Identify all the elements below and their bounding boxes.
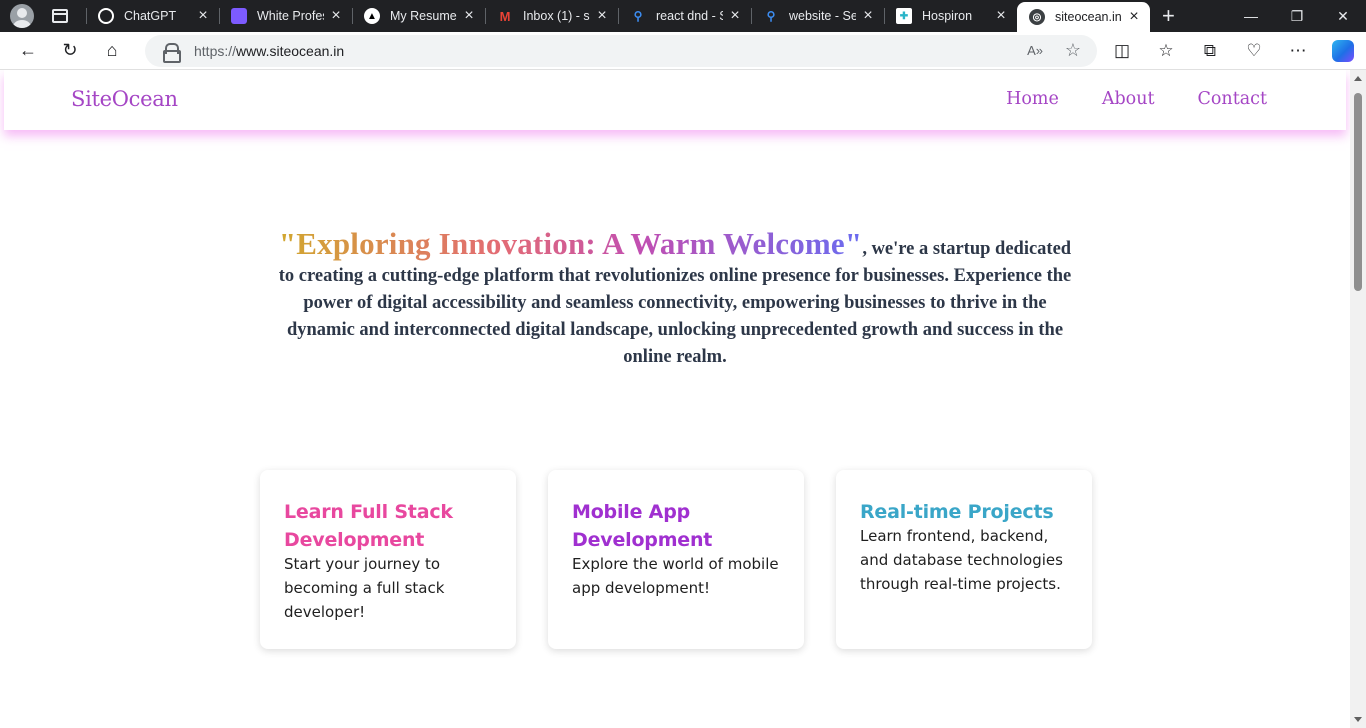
tab-title: White Profes <box>257 9 324 23</box>
tab-title: react dnd - S <box>656 9 723 23</box>
card-text: Explore the world of mobile app developm… <box>572 555 779 597</box>
search-icon: ⚲ <box>766 9 776 23</box>
tab-siteocean[interactable]: ◎ siteocean.in × <box>1017 2 1150 32</box>
chatgpt-icon <box>98 8 114 24</box>
refresh-icon[interactable]: ↻ <box>54 35 86 67</box>
globe-icon: ◎ <box>1029 9 1045 25</box>
tab-separator <box>618 8 619 24</box>
close-window-icon[interactable]: ✕ <box>1320 0 1366 32</box>
close-icon[interactable]: × <box>860 8 876 24</box>
url-text[interactable]: https://www.siteocean.in <box>194 43 344 59</box>
favorite-star-icon[interactable]: ☆ <box>1065 40 1081 61</box>
tab-website-search[interactable]: ⚲ website - Sea × <box>751 0 884 32</box>
tab-title: website - Sea <box>789 9 856 23</box>
site-navbar: SiteOcean Home About Contact <box>4 70 1346 130</box>
tab-my-resume[interactable]: ▲ My Resume × <box>352 0 485 32</box>
scroll-down-icon[interactable] <box>1354 717 1362 722</box>
toolbar-right: ◫ ☆ ⧉ ♡ ⋯ <box>1100 32 1366 70</box>
nav-about-link[interactable]: About <box>1102 89 1155 109</box>
favorites-icon[interactable]: ☆ <box>1144 35 1188 67</box>
tab-hospiron[interactable]: ✚ Hospiron × <box>884 0 1017 32</box>
close-icon[interactable]: × <box>1126 9 1142 25</box>
tab-title: ChatGPT <box>124 9 177 23</box>
card-title: Real-time Projects <box>860 501 1054 523</box>
hospiron-icon: ✚ <box>896 8 912 24</box>
tab-inbox[interactable]: M Inbox (1) - sa × <box>485 0 618 32</box>
lock-icon[interactable] <box>163 43 181 63</box>
tab-separator <box>86 8 87 24</box>
scrollbar-thumb[interactable] <box>1354 93 1362 291</box>
tab-chatgpt[interactable]: ChatGPT × <box>86 0 219 32</box>
close-icon[interactable]: × <box>727 8 743 24</box>
nav-links: Home About Contact <box>963 89 1267 109</box>
page-viewport: SiteOcean Home About Contact "Exploring … <box>0 70 1366 728</box>
site-logo[interactable]: SiteOcean <box>71 87 178 111</box>
tab-separator <box>352 8 353 24</box>
card-text: Start your journey to becoming a full st… <box>284 555 445 621</box>
card-mobile-app[interactable]: Mobile App Development Explore the world… <box>548 470 804 649</box>
nav-contact-link[interactable]: Contact <box>1198 89 1268 109</box>
tab-separator <box>884 8 885 24</box>
tab-white-professional[interactable]: White Profes × <box>219 0 352 32</box>
hero-headline: "Exploring Innovation: A Warm Welcome" <box>278 226 863 261</box>
gmail-icon: M <box>499 8 511 24</box>
close-icon[interactable]: × <box>195 8 211 24</box>
search-icon: ⚲ <box>633 9 643 23</box>
close-icon[interactable]: × <box>328 8 344 24</box>
close-icon[interactable]: × <box>594 8 610 24</box>
home-icon[interactable]: ⌂ <box>96 35 128 67</box>
url-host: www.siteocean.in <box>236 43 345 59</box>
card-real-time-projects[interactable]: Real-time Projects Learn frontend, backe… <box>836 470 1092 649</box>
tab-react-dnd[interactable]: ⚲ react dnd - S × <box>618 0 751 32</box>
card-text: Learn frontend, backend, and database te… <box>860 527 1063 593</box>
read-aloud-icon[interactable]: A» <box>1027 43 1043 58</box>
tab-title: Inbox (1) - sa <box>523 9 590 23</box>
nav-home-link[interactable]: Home <box>1006 89 1059 109</box>
vercel-icon: ▲ <box>364 8 380 24</box>
restore-icon[interactable]: ❐ <box>1274 0 1320 32</box>
copilot-icon[interactable] <box>1332 40 1354 62</box>
window-controls: — ❐ ✕ <box>1228 0 1366 32</box>
browser-toolbar: ← ↻ ⌂ https://www.siteocean.in A» ☆ ◫ ☆ … <box>0 32 1366 70</box>
card-title: Learn Full Stack Development <box>284 501 453 551</box>
tab-strip: ChatGPT × White Profes × ▲ My Resume × M… <box>0 0 1366 32</box>
tab-title: My Resume <box>390 9 457 23</box>
tab-title: Hospiron <box>922 9 973 23</box>
browser-essentials-icon[interactable]: ♡ <box>1232 35 1276 67</box>
page-scrollbar[interactable] <box>1350 70 1366 728</box>
collections-icon[interactable]: ⧉ <box>1188 35 1232 67</box>
close-icon[interactable]: × <box>461 8 477 24</box>
tab-title: siteocean.in <box>1055 10 1122 24</box>
card-full-stack[interactable]: Learn Full Stack Development Start your … <box>260 470 516 649</box>
hero-section: "Exploring Innovation: A Warm Welcome", … <box>272 228 1078 371</box>
address-bar[interactable]: https://www.siteocean.in A» ☆ <box>145 35 1097 67</box>
tab-actions-icon[interactable] <box>52 9 68 23</box>
minimize-icon[interactable]: — <box>1228 0 1274 32</box>
tab-separator <box>485 8 486 24</box>
scroll-up-icon[interactable] <box>1354 76 1362 81</box>
close-icon[interactable]: × <box>993 8 1009 24</box>
url-scheme: https:// <box>194 43 237 59</box>
back-icon[interactable]: ← <box>12 35 44 67</box>
more-menu-icon[interactable]: ⋯ <box>1276 35 1320 67</box>
canva-icon <box>231 8 247 24</box>
tab-separator <box>751 8 752 24</box>
profile-avatar-icon[interactable] <box>10 4 34 28</box>
new-tab-icon[interactable]: + <box>1162 5 1175 27</box>
card-title: Mobile App Development <box>572 501 713 551</box>
split-screen-icon[interactable]: ◫ <box>1100 35 1144 67</box>
tab-separator <box>219 8 220 24</box>
